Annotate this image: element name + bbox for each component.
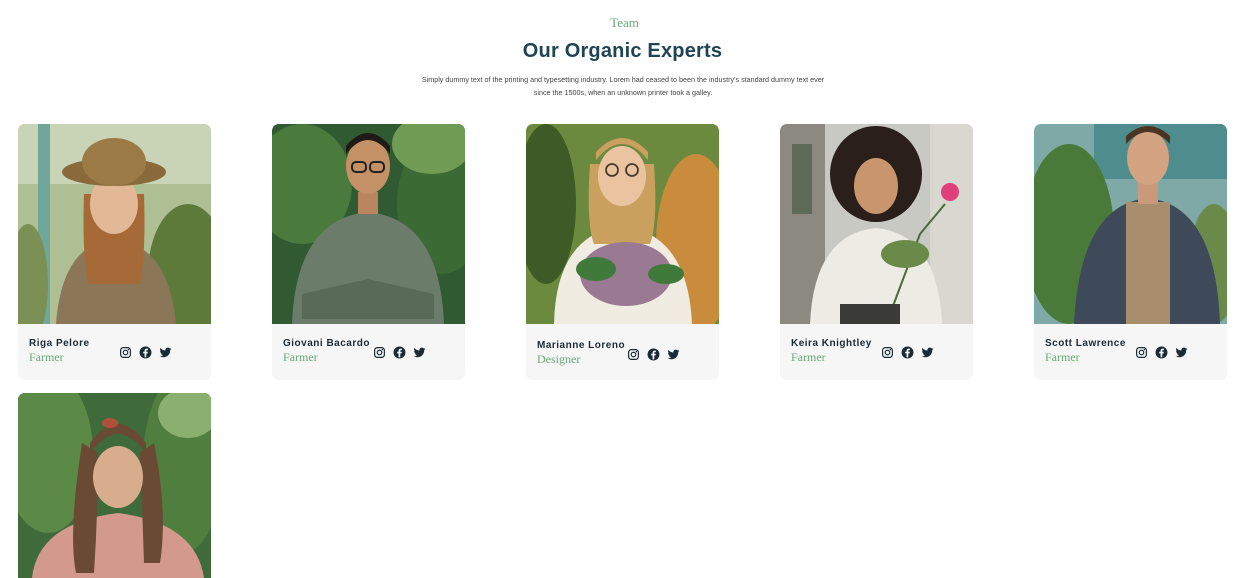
- twitter-icon[interactable]: [159, 346, 172, 359]
- member-role: Designer: [537, 352, 581, 366]
- team-card-6: [18, 393, 211, 578]
- member-photo: [780, 124, 973, 324]
- instagram-icon[interactable]: [627, 348, 640, 361]
- instagram-icon[interactable]: [373, 346, 386, 359]
- member-role: Farmer: [1045, 350, 1080, 364]
- member-role: Farmer: [29, 350, 64, 364]
- member-name: Giovani Bacardo: [283, 338, 370, 349]
- member-photo: [272, 124, 465, 324]
- member-photo: [1034, 124, 1227, 324]
- member-role: Farmer: [283, 350, 318, 364]
- member-photo: [18, 393, 211, 578]
- facebook-icon[interactable]: [393, 346, 406, 359]
- team-card-marianne-loreno: Marianne Loreno Designer: [526, 124, 719, 380]
- member-role: Farmer: [791, 350, 826, 364]
- member-name: Marianne Loreno: [537, 340, 626, 351]
- instagram-icon[interactable]: [1135, 346, 1148, 359]
- member-name: Riga Pelore: [29, 338, 90, 349]
- team-eyebrow: Team: [610, 15, 639, 30]
- team-card-riga-pelore: Riga Pelore Farmer: [18, 124, 211, 380]
- member-photo: [526, 124, 719, 324]
- team-card-scott-lawrence: Scott Lawrence Farmer: [1034, 124, 1227, 380]
- facebook-icon[interactable]: [647, 348, 660, 361]
- team-card-giovani-bacardo: Giovani Bacardo Farmer: [272, 124, 465, 380]
- instagram-icon[interactable]: [119, 346, 132, 359]
- twitter-icon[interactable]: [413, 346, 426, 359]
- instagram-icon[interactable]: [881, 346, 894, 359]
- facebook-icon[interactable]: [901, 346, 914, 359]
- member-name: Scott Lawrence: [1045, 338, 1126, 349]
- facebook-icon[interactable]: [139, 346, 152, 359]
- twitter-icon[interactable]: [1175, 346, 1188, 359]
- twitter-icon[interactable]: [667, 348, 680, 361]
- section-title: Our Organic Experts: [522, 40, 723, 62]
- team-card-keira-knightley: Keira Knightley Farmer: [780, 124, 973, 380]
- facebook-icon[interactable]: [1155, 346, 1168, 359]
- member-photo: [18, 124, 211, 324]
- section-description: Simply dummy text of the printing and ty…: [421, 75, 825, 97]
- member-name: Keira Knightley: [791, 338, 872, 349]
- twitter-icon[interactable]: [921, 346, 934, 359]
